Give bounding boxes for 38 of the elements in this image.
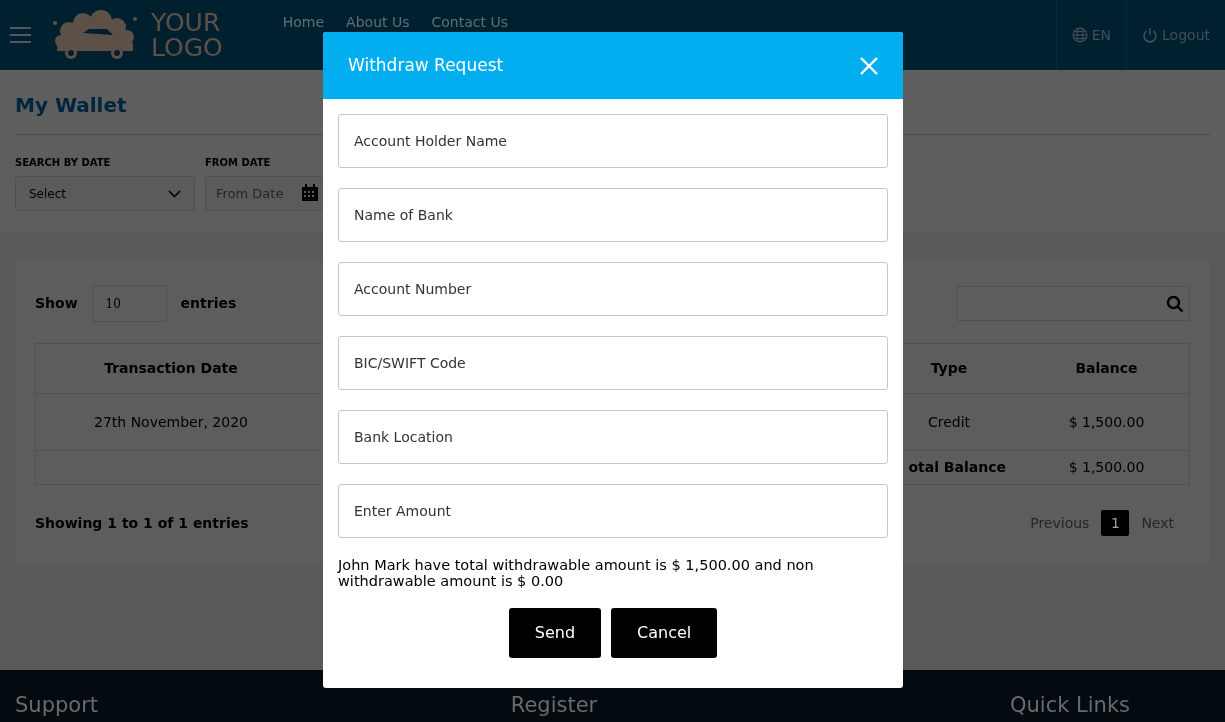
- table-cell-text: Credit: [926, 412, 972, 432]
- next-link[interactable]: Next: [1135, 512, 1180, 534]
- table-cell-text: $ 1,500.00: [1067, 412, 1146, 432]
- show-label: Show: [35, 294, 78, 313]
- total-label: otal Balance: [907, 458, 1007, 477]
- page-title: My Wallet: [15, 92, 128, 119]
- text-field[interactable]: Account Number: [338, 262, 888, 316]
- column-header: Type: [929, 359, 969, 378]
- cancel-button[interactable]: Cancel: [611, 608, 718, 658]
- text-field[interactable]: Name of Bank: [338, 188, 888, 242]
- total-value: $ 1,500.00: [1067, 458, 1146, 477]
- text-field[interactable]: BIC/SWIFT Code: [338, 336, 888, 390]
- text-field[interactable]: Enter Amount: [338, 484, 888, 538]
- withdrawable-message: John Mark have total withdrawable amount is $ 1,500.00 and non withdrawable amount is $ 0.00: [338, 557, 815, 589]
- footer-heading: Quick Links: [1010, 692, 1130, 718]
- page-link[interactable]: 1: [1101, 510, 1130, 536]
- entries-summary: Showing 1 to 1 of 1 entries: [35, 513, 249, 533]
- text-field[interactable]: Account Holder Name: [338, 114, 888, 168]
- logo-text: YOUR LOGO: [151, 10, 223, 60]
- previous-link[interactable]: Previous: [1024, 512, 1096, 534]
- language-button[interactable]: EN: [1055, 0, 1127, 70]
- footer-heading: Support: [15, 692, 98, 718]
- column-header: Transaction Date: [103, 359, 239, 378]
- send-button[interactable]: Send: [508, 608, 602, 658]
- logout-button[interactable]: Logout: [1126, 0, 1225, 70]
- filter-label: SEARCH BY DATE: [15, 156, 112, 170]
- filter-label: FROM DATE: [205, 156, 272, 170]
- footer-heading: Register: [510, 692, 598, 718]
- nav-link[interactable]: Contact Us: [431, 12, 508, 33]
- column-header: Balance: [1074, 359, 1139, 378]
- page-size-field[interactable]: 10: [91, 285, 167, 322]
- date-select[interactable]: Select: [15, 176, 195, 211]
- dialog-title: Withdraw Request: [348, 53, 504, 77]
- text-field[interactable]: Bank Location: [338, 410, 888, 464]
- nav-link[interactable]: Home: [282, 12, 325, 33]
- entries-label: entries: [180, 294, 237, 313]
- table-cell-text: 27th November, 2020: [93, 412, 249, 432]
- nav-link[interactable]: About Us: [346, 12, 410, 33]
